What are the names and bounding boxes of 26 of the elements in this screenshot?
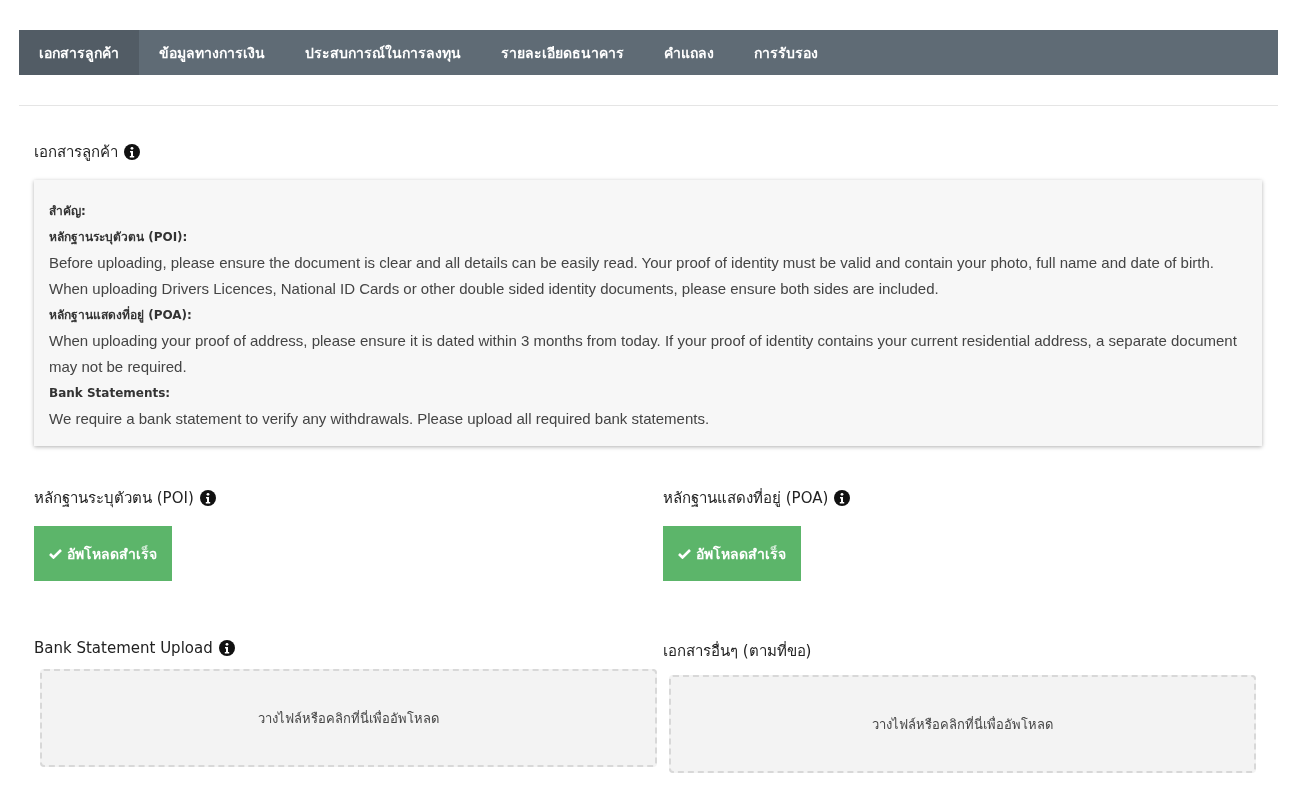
notice-heading: Bank Statements: [49, 385, 172, 402]
notice-text: When uploading your proof of address, please ensure it is dated within 3 months from today. If your proof of identity contains your current residential address, a separate document may not be required. [49, 331, 1238, 377]
notice-text: We require a bank statement to verify any withdrawals. Please upload all required bank statements. [49, 409, 711, 429]
notice-text: Before uploading, please ensure the document is clear and all details can be easily read. Your proof of identity must be valid and contain your photo, full name and date of birth. When uploading Drivers Licences, National ID Cards or other double sided identity documents, please ensure both sides are included. [49, 253, 1215, 299]
file-dropzone[interactable]: วางไฟล์หรือคลิกที่นี่เพื่ออัพโหลด [669, 675, 1256, 773]
page-title: เอกสารลูกค้า [34, 142, 118, 163]
nav-tab[interactable]: ข้อมูลทางการเงิน [139, 30, 285, 75]
notice-heading: หลักฐานระบุตัวตน (POI): [49, 229, 189, 247]
info-icon[interactable] [199, 490, 216, 506]
check-icon [678, 548, 691, 559]
nav-tab[interactable]: การรับรอง [734, 30, 838, 75]
file-dropzone[interactable]: วางไฟล์หรือคลิกที่นี่เพื่ออัพโหลด [40, 669, 657, 767]
nav-tab[interactable]: ประสบการณ์ในการลงทุน [285, 30, 481, 75]
info-icon[interactable] [218, 640, 235, 656]
info-icon[interactable] [124, 144, 140, 160]
check-icon [49, 548, 62, 559]
nav-tab[interactable]: เอกสารลูกค้า [19, 30, 139, 75]
notice-heading: สำคัญ: [49, 203, 87, 220]
section-title: หลักฐานระบุตัวตน (POI) [34, 488, 194, 510]
section-title: หลักฐานแสดงที่อยู่ (POA) [663, 487, 829, 509]
nav-tab[interactable]: รายละเอียดธนาคาร [481, 30, 644, 75]
nav-tab[interactable]: คำแถลง [644, 30, 734, 75]
section-title: Bank Statement Upload [34, 639, 213, 657]
section-title: เอกสารอื่นๆ (ตามที่ขอ) [663, 640, 812, 662]
notice-heading: หลักฐานแสดงที่อยู่ (POA): [49, 305, 193, 325]
info-icon[interactable] [834, 490, 851, 506]
